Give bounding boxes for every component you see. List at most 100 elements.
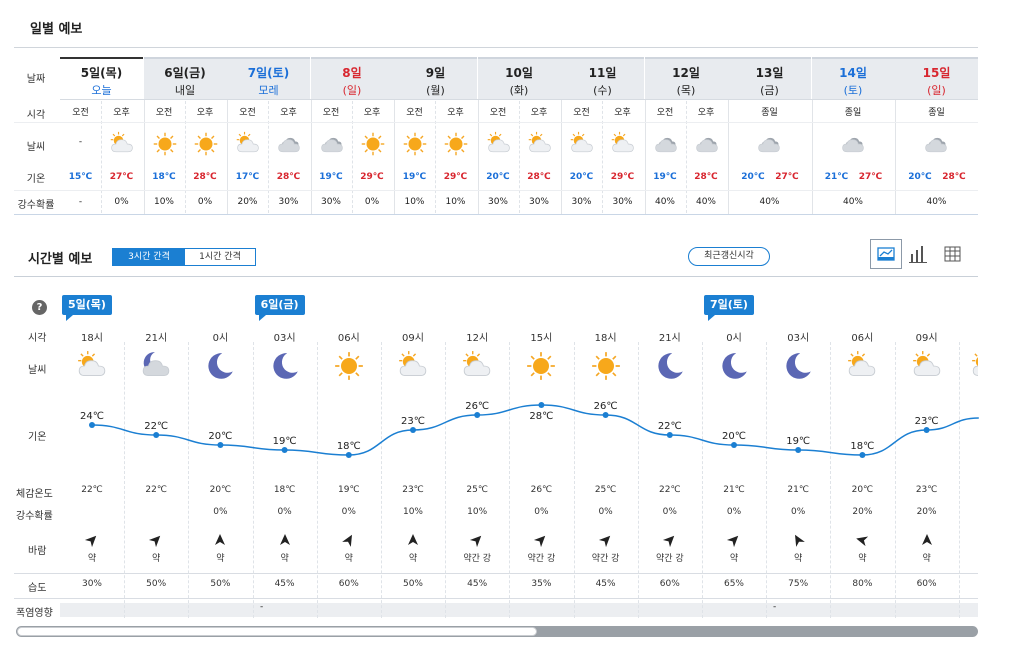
day-separator <box>895 100 896 214</box>
cloud-icon <box>840 131 866 161</box>
wind-direction-icon <box>534 531 547 550</box>
view-chart-button[interactable] <box>870 239 902 269</box>
hour-time: 21시 <box>658 333 681 344</box>
day-header[interactable]: 5일(목) 오늘 <box>60 57 143 99</box>
hour-humidity: 80% <box>852 579 873 589</box>
allday-label: 종일 <box>761 108 778 118</box>
hour-time: 0시 <box>212 333 229 344</box>
hourly-row-label-humidity: 습도 <box>28 583 47 594</box>
hour-separator <box>188 342 190 618</box>
daily-precip-row-divider <box>14 190 978 191</box>
temp-max: 27℃ <box>109 172 134 182</box>
temp-max: 28℃ <box>193 172 217 182</box>
moon-icon <box>269 350 301 386</box>
temp-max: 29℃ <box>360 172 384 182</box>
day-separator <box>227 100 228 214</box>
view-table-button[interactable] <box>940 241 966 267</box>
wind-direction-icon <box>470 531 483 550</box>
precip-am: 10% <box>404 197 425 207</box>
precip-allday: 40% <box>759 197 780 207</box>
temperature-label: 28℃ <box>529 411 553 422</box>
day-header[interactable]: 6일(금) 내일 <box>143 57 227 99</box>
precip-am: 30% <box>320 197 341 207</box>
interval-3h-button[interactable]: 3시간 간격 <box>113 249 185 265</box>
day-header[interactable]: 10일 (화) <box>477 57 561 99</box>
am-label: 오전 <box>322 108 340 118</box>
hour-separator <box>509 342 511 618</box>
day-header[interactable]: 8일 (일) <box>310 57 394 99</box>
hourly-humidity-top-divider <box>14 573 978 574</box>
hour-wind: 약 <box>344 554 353 564</box>
day-separator <box>394 100 395 214</box>
day-separator <box>477 100 479 214</box>
precip-am: 40% <box>654 197 675 207</box>
day-header[interactable]: 13일 (금) <box>728 57 811 99</box>
hour-separator <box>637 342 639 618</box>
temp-min: 19℃ <box>402 172 427 182</box>
precip-pm: 0% <box>197 197 213 207</box>
hour-precip: 0% <box>662 507 677 517</box>
day-tag: 6일(금) <box>254 295 305 321</box>
view-bar-button[interactable] <box>906 241 932 267</box>
hour-time: 03시 <box>787 333 810 344</box>
hourly-row-label-wind: 바람 <box>28 546 47 557</box>
interval-1h-button[interactable]: 1시간 간격 <box>185 249 255 265</box>
sun-cloud-icon <box>397 350 429 386</box>
hour-separator <box>766 342 768 618</box>
day-column: 8일 (일) 오전 오후 19℃ 29℃ 30% 0% <box>310 57 394 215</box>
day-date: 14일 <box>839 66 867 80</box>
hour-wind: 약간 강 <box>655 554 684 564</box>
precip-am: 30% <box>571 197 592 207</box>
day-column: 5일(목) 오늘 오전 오후 - 15℃ 27℃ - 0% <box>60 57 143 215</box>
day-header[interactable]: 7일(토) 모레 <box>227 57 310 99</box>
hour-time: 06시 <box>337 333 360 344</box>
help-icon[interactable]: ? <box>32 300 47 315</box>
pm-label: 오후 <box>196 108 214 118</box>
wind-direction-icon <box>792 531 806 550</box>
day-subtitle: (월) <box>426 84 445 97</box>
hour-time: 03시 <box>273 333 296 344</box>
daily-title-divider <box>14 47 978 48</box>
day-subtitle: (금) <box>760 84 779 97</box>
day-date: 5일(목) <box>80 66 123 80</box>
hourly-row-label-weather: 날씨 <box>28 365 47 376</box>
hour-feels: 25℃ <box>594 485 617 495</box>
am-label: 오전 <box>656 108 674 118</box>
sun-cloud-icon <box>911 350 943 386</box>
scrollbar-thumb[interactable] <box>17 627 537 636</box>
cloud-icon <box>694 131 720 161</box>
temp-min: 20℃ <box>569 172 594 182</box>
hour-feels: 20℃ <box>851 485 874 495</box>
day-header[interactable]: 9일 (월) <box>394 57 477 99</box>
daily-date-row-divider <box>60 99 978 100</box>
am-label: 오전 <box>573 108 590 118</box>
temperature-label: 20℃ <box>722 431 746 442</box>
pm-label: 오후 <box>363 108 381 118</box>
cloud-icon <box>653 131 679 161</box>
hour-feels: 22℃ <box>145 485 167 495</box>
hourly-row-label-time: 시각 <box>28 333 47 344</box>
temperature-label: 18℃ <box>850 441 874 452</box>
precip-pm: 40% <box>695 197 716 207</box>
temperature-point <box>666 432 673 438</box>
precip-am: - <box>78 197 83 207</box>
precip-pm: 30% <box>528 197 549 207</box>
hour-precip: 20% <box>852 507 873 517</box>
hour-precip: 0% <box>598 507 613 517</box>
hour-humidity: 50% <box>210 579 231 589</box>
hour-separator <box>124 342 126 618</box>
day-subtitle: (토) <box>843 84 863 97</box>
day-header[interactable]: 11일 (수) <box>561 57 644 99</box>
hour-separator <box>958 342 960 618</box>
wind-direction-icon <box>341 531 355 550</box>
hour-precip: 0% <box>341 507 356 517</box>
horizontal-scrollbar[interactable] <box>16 626 978 637</box>
day-header[interactable]: 12일 (목) <box>644 57 728 99</box>
day-header[interactable]: 15일 (일) <box>895 57 978 99</box>
sun-cloud-icon <box>610 131 636 161</box>
moon-icon <box>782 350 814 386</box>
sun-icon <box>333 350 365 386</box>
precip-pm: 0% <box>364 197 380 207</box>
refresh-button[interactable]: 최근갱신시각 <box>688 247 770 266</box>
day-header[interactable]: 14일 (토) <box>811 57 895 99</box>
